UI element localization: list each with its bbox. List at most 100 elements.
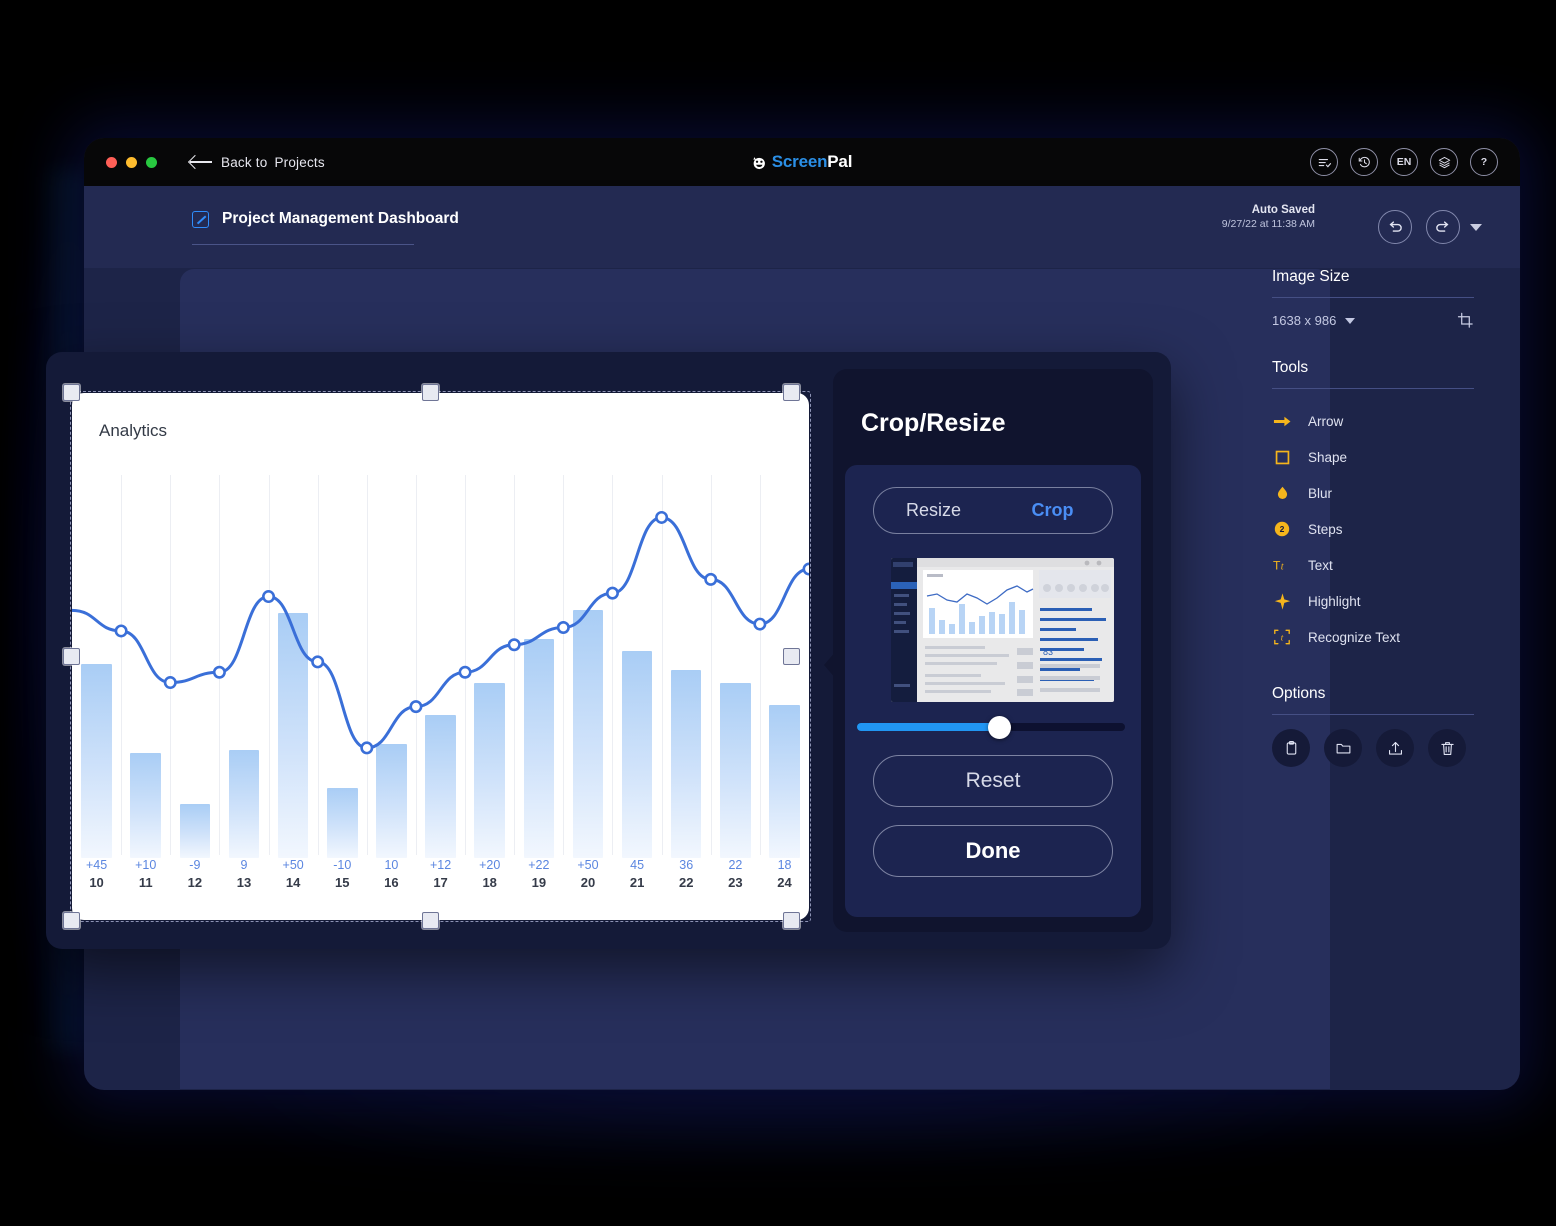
chart-label-cell: 1016 xyxy=(367,858,416,920)
crop-handle-bottom-center[interactable] xyxy=(422,912,439,929)
shape-icon xyxy=(1272,447,1292,467)
sidebar-item-recognize-text[interactable]: t Recognize Text xyxy=(1272,619,1474,655)
tools-heading: Tools xyxy=(1272,359,1474,377)
undo-button[interactable] xyxy=(1378,210,1412,244)
chart-x-tick-label: 12 xyxy=(170,875,219,890)
tab-crop[interactable]: Crop xyxy=(993,488,1112,533)
edit-pencil-icon[interactable] xyxy=(192,211,209,228)
crop-resize-panel: Crop/Resize Resize Crop xyxy=(833,369,1153,932)
minimize-window-button[interactable] xyxy=(126,157,137,168)
project-title-label: Project Management Dashboard xyxy=(222,210,459,228)
done-button[interactable]: Done xyxy=(873,825,1113,877)
chart-value-label: +50 xyxy=(269,858,318,873)
sidebar-item-steps[interactable]: 2 Steps xyxy=(1272,511,1474,547)
maximize-window-button[interactable] xyxy=(146,157,157,168)
redo-button[interactable] xyxy=(1426,210,1460,244)
layers-icon[interactable] xyxy=(1430,148,1458,176)
chart-line-marker xyxy=(558,622,568,632)
chart-label-cell: +5014 xyxy=(269,858,318,920)
slider-knob[interactable] xyxy=(988,716,1011,739)
highlight-icon xyxy=(1272,591,1292,611)
crop-handle-top-left[interactable] xyxy=(63,384,80,401)
close-window-button[interactable] xyxy=(106,157,117,168)
chart-value-label: +50 xyxy=(563,858,612,873)
chart-value-label: 9 xyxy=(219,858,268,873)
chart-value-label: 10 xyxy=(367,858,416,873)
delete-button[interactable] xyxy=(1428,729,1466,767)
crop-handle-middle-right[interactable] xyxy=(783,648,800,665)
crop-zoom-slider[interactable] xyxy=(857,723,1125,731)
autosave-status: Auto Saved 9/27/22 at 11:38 AM xyxy=(1222,204,1315,230)
back-to-projects-button[interactable]: Back toProjects xyxy=(190,155,325,170)
divider xyxy=(1272,297,1474,298)
crop-editor-overlay: Analytics +4510+1011-912913+5014-1015101… xyxy=(46,352,1171,949)
help-icon[interactable]: ? xyxy=(1470,148,1498,176)
right-sidebar: Image Size 1638 x 986 Tools xyxy=(1250,268,1520,767)
chart-value-label: +20 xyxy=(465,858,514,873)
language-icon[interactable]: EN xyxy=(1390,148,1418,176)
chart-line-series xyxy=(72,475,809,920)
chart-line-marker xyxy=(509,640,519,650)
crop-handle-bottom-right[interactable] xyxy=(783,912,800,929)
image-size-heading: Image Size xyxy=(1272,268,1474,286)
chart-line-marker xyxy=(312,657,322,667)
list-check-icon[interactable] xyxy=(1310,148,1338,176)
sidebar-item-blur[interactable]: Blur xyxy=(1272,475,1474,511)
blur-icon xyxy=(1272,483,1292,503)
crop-handle-top-center[interactable] xyxy=(422,384,439,401)
upload-button[interactable] xyxy=(1376,729,1414,767)
document-bar: Project Management Dashboard Auto Saved … xyxy=(84,186,1520,268)
back-arrow-icon xyxy=(190,155,212,169)
screenpal-logo: ScreenPal xyxy=(752,152,852,172)
crop-thumbnail-preview[interactable]: 83 xyxy=(891,558,1114,702)
image-size-dropdown[interactable]: 1638 x 986 xyxy=(1272,313,1355,328)
sidebar-item-arrow[interactable]: Arrow xyxy=(1272,403,1474,439)
chart-label-cell: +2018 xyxy=(465,858,514,920)
undo-redo-group xyxy=(1378,210,1460,244)
crop-resize-body: Resize Crop xyxy=(845,465,1141,917)
cropped-image-preview[interactable]: Analytics +4510+1011-912913+5014-1015101… xyxy=(72,393,809,920)
chart-label-cell: -912 xyxy=(170,858,219,920)
history-icon[interactable] xyxy=(1350,148,1378,176)
chart-x-tick-label: 15 xyxy=(318,875,367,890)
sidebar-item-label: Recognize Text xyxy=(1308,630,1400,645)
crop-handle-middle-left[interactable] xyxy=(63,648,80,665)
copy-clipboard-button[interactable] xyxy=(1272,729,1310,767)
resize-crop-toggle: Resize Crop xyxy=(873,487,1113,534)
tab-resize[interactable]: Resize xyxy=(874,488,993,533)
chart-x-tick-label: 17 xyxy=(416,875,465,890)
open-folder-button[interactable] xyxy=(1324,729,1362,767)
chart-value-label: 45 xyxy=(613,858,662,873)
chart-label-cell: +2219 xyxy=(514,858,563,920)
svg-text:T: T xyxy=(1273,558,1281,572)
crop-handle-bottom-left[interactable] xyxy=(63,912,80,929)
panel-pointer-notch xyxy=(824,651,836,679)
chart-x-tick-label: 23 xyxy=(711,875,760,890)
chart-line-marker xyxy=(362,743,372,753)
more-options-chevron-down-icon[interactable] xyxy=(1470,224,1482,231)
sidebar-item-text[interactable]: Tt Text xyxy=(1272,547,1474,583)
tools-section: Tools Arrow Shape xyxy=(1272,359,1474,655)
options-heading: Options xyxy=(1272,685,1474,703)
chart-line-marker xyxy=(656,512,666,522)
crop-handle-top-right[interactable] xyxy=(783,384,800,401)
svg-text:2: 2 xyxy=(1280,524,1285,534)
reset-button[interactable]: Reset xyxy=(873,755,1113,807)
chart-x-tick-label: 18 xyxy=(465,875,514,890)
chart-value-label: 18 xyxy=(760,858,809,873)
chart-x-tick-label: 24 xyxy=(760,875,809,890)
chart-x-tick-label: 21 xyxy=(613,875,662,890)
sidebar-item-highlight[interactable]: Highlight xyxy=(1272,583,1474,619)
chart-x-tick-label: 16 xyxy=(367,875,416,890)
options-section: Options xyxy=(1272,685,1474,767)
crop-icon[interactable] xyxy=(1457,312,1474,329)
chart-label-cell: +4510 xyxy=(72,858,121,920)
chart-axis-labels: +4510+1011-912913+5014-10151016+1217+201… xyxy=(72,858,809,920)
sidebar-item-shape[interactable]: Shape xyxy=(1272,439,1474,475)
page-title[interactable]: Project Management Dashboard xyxy=(192,210,459,228)
chart-value-label: -9 xyxy=(170,858,219,873)
chart-label-cell: 1824 xyxy=(760,858,809,920)
titlebar-actions: EN ? xyxy=(1310,148,1498,176)
window-controls[interactable] xyxy=(106,157,157,168)
chart-label-cell: +5020 xyxy=(563,858,612,920)
